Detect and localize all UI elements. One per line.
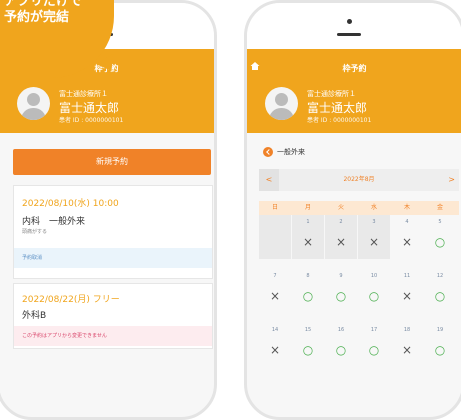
- avatar: [17, 87, 50, 120]
- day-number: 4: [405, 219, 409, 225]
- callout-line-1: アプリだけで: [4, 0, 83, 9]
- calendar-day-cell: 1 ×: [292, 215, 324, 259]
- patient-name: 富士通太郎: [307, 101, 368, 115]
- month-label: 2022年8月: [343, 176, 375, 183]
- prev-month-button[interactable]: <: [259, 169, 279, 191]
- calendar-day-cell: 7 ×: [259, 269, 291, 313]
- weekday-label: 月: [304, 204, 311, 211]
- calendar-day-cell[interactable]: 16 ○: [325, 323, 357, 367]
- new-booking-button[interactable]: 新規予約: [13, 149, 211, 175]
- month-navigator: 2022年8月 < >: [259, 169, 459, 191]
- change-not-allowed-notice: この予約はアプリから変更できません: [14, 326, 212, 346]
- unavailable-cross-icon: ×: [302, 235, 314, 249]
- weekday-label: 水: [370, 204, 377, 211]
- callout-text: アプリだけで 予約が完結: [4, 0, 82, 26]
- calendar-day-cell[interactable]: 5 ○: [424, 215, 456, 259]
- reservation-date: 2022/08/10(水) 10:00: [22, 199, 119, 209]
- day-number: 14: [271, 327, 279, 333]
- calendar-day-cell[interactable]: 10 ○: [358, 269, 390, 313]
- day-number: 9: [339, 273, 343, 279]
- unavailable-cross-icon: ×: [335, 235, 347, 249]
- weekday-label: 日: [271, 204, 278, 211]
- available-circle-icon: ○: [335, 343, 347, 357]
- day-number: 11: [403, 273, 411, 279]
- day-number: 16: [337, 327, 345, 333]
- calendar-day-cell[interactable]: 19 ○: [424, 323, 456, 367]
- available-circle-icon: ○: [368, 343, 380, 357]
- day-number: 17: [370, 327, 378, 333]
- weekday-label: 金: [436, 204, 443, 211]
- unavailable-cross-icon: ×: [401, 343, 413, 357]
- reservation-department: 内科 一般外来: [22, 217, 86, 227]
- calendar-day-cell: 3 ×: [358, 215, 390, 259]
- day-number: 5: [438, 219, 442, 225]
- clinic-name: 富士通診療所１: [307, 90, 356, 98]
- day-number: 2: [339, 219, 343, 225]
- cancel-reservation-link[interactable]: 予約取消: [14, 248, 212, 268]
- reservation-department: 外科B: [22, 311, 47, 321]
- reservation-date: 2022/08/22(月) フリー: [22, 295, 120, 305]
- day-number: 10: [370, 273, 378, 279]
- patient-name: 富士通太郎: [59, 101, 120, 115]
- unavailable-cross-icon: ×: [269, 343, 281, 357]
- available-circle-icon: ○: [434, 235, 446, 249]
- available-circle-icon: ○: [335, 289, 347, 303]
- calendar-day-cell[interactable]: 8 ○: [292, 269, 324, 313]
- unavailable-cross-icon: ×: [401, 289, 413, 303]
- right-phone: 枠予約 富士通診療所１ 富士通太郎 患者 ID : 0000000101 一般外…: [244, 0, 461, 420]
- calendar-day-cell: 4 ×: [391, 215, 423, 259]
- day-number: 15: [304, 327, 312, 333]
- clinic-name: 富士通診療所１: [59, 90, 108, 98]
- calendar-day-cell[interactable]: 15 ○: [292, 323, 324, 367]
- day-number: 12: [436, 273, 444, 279]
- avatar: [265, 87, 298, 120]
- day-number: 3: [372, 219, 376, 225]
- department-label: 一般外来: [277, 148, 305, 156]
- unavailable-cross-icon: ×: [368, 235, 380, 249]
- reservation-card[interactable]: 2022/08/10(水) 10:00 内科 一般外来 頭痛がする 予約取消: [13, 185, 213, 279]
- day-number: 7: [273, 273, 277, 279]
- available-circle-icon: ○: [434, 289, 446, 303]
- calendar-day-cell[interactable]: 9 ○: [325, 269, 357, 313]
- speaker: [337, 33, 361, 36]
- app-header: 枠予約 富士通診療所１ 富士通太郎 患者 ID : 0000000101: [247, 49, 461, 133]
- patient-id: 患者 ID : 0000000101: [59, 117, 124, 124]
- camera-dot: [347, 19, 352, 24]
- day-number: 8: [306, 273, 310, 279]
- calendar-day-cell: 14 ×: [259, 323, 291, 367]
- calendar-day-cell: 11 ×: [391, 269, 423, 313]
- calendar-day-cell: 18 ×: [391, 323, 423, 367]
- calendar-day-cell[interactable]: 12 ○: [424, 269, 456, 313]
- next-month-button[interactable]: >: [448, 169, 455, 191]
- header-title: 枠予約: [342, 64, 367, 73]
- status-bar: [247, 3, 461, 49]
- reservation-card[interactable]: 2022/08/22(月) フリー 外科B この予約はアプリから変更できません: [13, 283, 213, 349]
- weekday-label: 木: [403, 204, 410, 211]
- available-circle-icon: ○: [434, 343, 446, 357]
- calendar-day-cell[interactable]: 17 ○: [358, 323, 390, 367]
- day-number: 1: [306, 219, 310, 225]
- available-circle-icon: ○: [302, 289, 314, 303]
- patient-id: 患者 ID : 0000000101: [307, 117, 372, 124]
- day-number: 18: [403, 327, 411, 333]
- unavailable-cross-icon: ×: [401, 235, 413, 249]
- calendar-day-cell: [259, 215, 291, 259]
- back-arrow-icon: [263, 147, 273, 157]
- weekday-label: 火: [337, 204, 344, 211]
- available-circle-icon: ○: [302, 343, 314, 357]
- available-circle-icon: ○: [368, 289, 380, 303]
- unavailable-cross-icon: ×: [269, 289, 281, 303]
- reservation-note: 頭痛がする: [22, 229, 48, 235]
- day-number: 19: [436, 327, 444, 333]
- callout-line-2: 予約が完結: [4, 10, 70, 25]
- weekday-header: 日月火水木金: [259, 201, 459, 215]
- calendar-day-cell: 2 ×: [325, 215, 357, 259]
